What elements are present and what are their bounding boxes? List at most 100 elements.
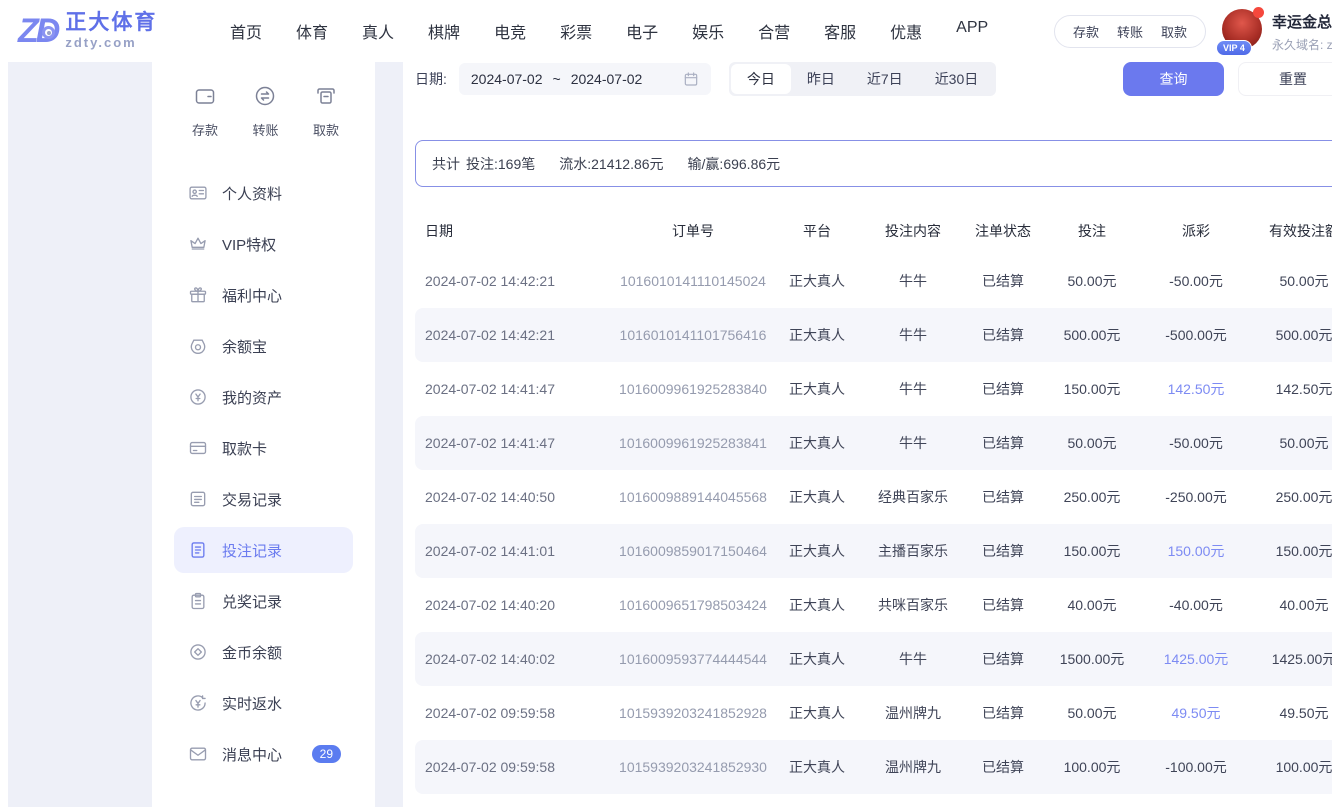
cell-bet-amount: 40.00元 (1038, 595, 1146, 615)
sidebar-item-transactions[interactable]: 交易记录 (174, 476, 353, 522)
crown-icon (188, 234, 208, 254)
sidebar-item-welfare[interactable]: 福利中心 (174, 272, 353, 318)
sidebar-item-yuebao[interactable]: 余额宝 (174, 323, 353, 369)
quick-action-withdraw[interactable]: 取款 (313, 84, 339, 139)
nav-item[interactable]: 娱乐 (692, 19, 724, 43)
nav-item[interactable]: 真人 (362, 19, 394, 43)
cell-payout: 150.00元 (1146, 541, 1246, 561)
cell-order-number: 1016010141101756416 (610, 327, 776, 343)
gift-icon (188, 285, 208, 305)
top-header: ZD 正大体育 zdty.com 首页 体育 真人 棋牌 电竞 彩票 电子 娱乐… (0, 0, 1332, 62)
sidebar-item-vip[interactable]: VIP特权 (174, 221, 353, 267)
sidebar-item-coin-balance[interactable]: 金币余额 (174, 629, 353, 675)
nav-item[interactable]: 优惠 (890, 19, 922, 43)
table-row[interactable]: 2024-07-02 09:59:58 1015939203241852930 … (415, 740, 1332, 794)
nav-item[interactable]: 棋牌 (428, 19, 460, 43)
cell-bet-amount: 500.00元 (1038, 325, 1146, 345)
summary-bets: 投注:169笔 (466, 154, 535, 174)
sidebar-item-rebate[interactable]: 实时返水 (174, 680, 353, 726)
table-row[interactable]: 2024-07-02 14:41:01 1016009859017150464 … (415, 524, 1332, 578)
cell-valid-bet: 150.00元 (1246, 541, 1332, 561)
table-row[interactable]: 2024-07-02 09:59:58 1015939203241852928 … (415, 686, 1332, 740)
table-row[interactable]: 2024-07-02 14:40:02 1016009593774444544 … (415, 632, 1332, 686)
col-bet: 投注 (1038, 221, 1146, 241)
table-row[interactable]: 2024-07-02 14:41:47 1016009961925283840 … (415, 362, 1332, 416)
table-body: 2024-07-02 14:42:21 1016010141110145024 … (415, 254, 1332, 794)
cell-payout: 142.50元 (1146, 379, 1246, 399)
cell-date: 2024-07-02 14:41:47 (415, 435, 610, 451)
sidebar-quick-actions: 存款 转账 取款 (152, 84, 375, 145)
nav-item[interactable]: 客服 (824, 19, 856, 43)
cell-date: 2024-07-02 14:42:21 (415, 327, 610, 343)
cell-bet-amount: 50.00元 (1038, 703, 1146, 723)
date-range-input[interactable]: 2024-07-02 ~ 2024-07-02 (459, 63, 711, 95)
col-status: 注单状态 (968, 221, 1038, 241)
cell-status: 已结算 (968, 703, 1038, 723)
withdraw-link[interactable]: 取款 (1161, 22, 1187, 41)
sidebar-item-assets[interactable]: 我的资产 (174, 374, 353, 420)
calendar-icon[interactable] (683, 71, 699, 87)
sidebar-item-redeem-records[interactable]: 兑奖记录 (174, 578, 353, 624)
permanent-domain-note: 永久域名: z (1272, 36, 1332, 53)
cell-order-number: 1016009889144045568 (610, 489, 776, 505)
cell-bet-amount: 150.00元 (1038, 541, 1146, 561)
cell-order-number: 1015939203241852928 (610, 705, 776, 721)
bet-records-table: 日期 订单号 平台 投注内容 注单状态 投注 派彩 有效投注额 2024-07-… (415, 208, 1332, 794)
deposit-link[interactable]: 存款 (1073, 22, 1099, 41)
cell-bet-amount: 50.00元 (1038, 433, 1146, 453)
quick-range-tab[interactable]: 今日 (731, 64, 791, 94)
main-content: 日期: 2024-07-02 ~ 2024-07-02 今日 昨日 近7日 近3… (403, 62, 1332, 807)
sidebar-item-label: 金币余额 (222, 642, 282, 663)
nav-item[interactable]: 彩票 (560, 19, 592, 43)
quick-range-tab[interactable]: 昨日 (791, 64, 851, 94)
nav-item[interactable]: 体育 (296, 19, 328, 43)
col-platform: 平台 (776, 221, 858, 241)
cell-status: 已结算 (968, 541, 1038, 561)
table-row[interactable]: 2024-07-02 14:42:21 1016010141110145024 … (415, 254, 1332, 308)
user-name: 幸运金总 (1272, 11, 1332, 32)
quick-range-tab[interactable]: 近30日 (919, 64, 995, 94)
cell-order-number: 1015939203241852930 (610, 759, 776, 775)
sidebar-item-messages[interactable]: 消息中心 29 (174, 731, 353, 777)
nav-item[interactable]: APP (956, 19, 988, 43)
cell-valid-bet: 50.00元 (1246, 433, 1332, 453)
brand-logo[interactable]: ZD 正大体育 zdty.com (18, 11, 188, 50)
reset-button[interactable]: 重置 (1238, 62, 1332, 96)
nav-item[interactable]: 电子 (626, 19, 658, 43)
cell-bet-content: 牛牛 (858, 433, 968, 453)
quick-action-deposit[interactable]: 存款 (192, 84, 218, 139)
sidebar-item-withdraw-card[interactable]: 取款卡 (174, 425, 353, 471)
cell-platform: 正大真人 (776, 487, 858, 507)
table-row[interactable]: 2024-07-02 14:40:20 1016009651798503424 … (415, 578, 1332, 632)
sidebar-item-profile[interactable]: 个人资料 (174, 170, 353, 216)
query-button[interactable]: 查询 (1123, 62, 1224, 96)
cell-platform: 正大真人 (776, 541, 858, 561)
logo-mark-icon: ZD (18, 14, 57, 48)
withdraw-icon (314, 84, 338, 113)
cell-bet-content: 牛牛 (858, 271, 968, 291)
table-row[interactable]: 2024-07-02 14:40:50 1016009889144045568 … (415, 470, 1332, 524)
table-row[interactable]: 2024-07-02 14:42:21 1016010141101756416 … (415, 308, 1332, 362)
clipboard-icon (188, 591, 208, 611)
nav-item[interactable]: 合营 (758, 19, 790, 43)
col-date: 日期 (415, 221, 610, 241)
date-separator: ~ (553, 71, 561, 87)
quick-action-transfer[interactable]: 转账 (252, 84, 278, 139)
nav-item[interactable]: 电竞 (494, 19, 526, 43)
cell-order-number: 1016010141110145024 (610, 273, 776, 289)
sidebar-item-bet-records[interactable]: 投注记录 (174, 527, 353, 573)
quick-range-tab[interactable]: 近7日 (851, 64, 919, 94)
sidebar-item-label: 福利中心 (222, 285, 282, 306)
sidebar-item-label: 我的资产 (222, 387, 282, 408)
cell-payout: 1425.00元 (1146, 649, 1246, 669)
transfer-link[interactable]: 转账 (1117, 22, 1143, 41)
page-body: 存款 转账 取款 个人资料 (0, 62, 1332, 807)
table-row[interactable]: 2024-07-02 14:41:47 1016009961925283841 … (415, 416, 1332, 470)
cell-platform: 正大真人 (776, 703, 858, 723)
cell-status: 已结算 (968, 271, 1038, 291)
nav-item[interactable]: 首页 (230, 19, 262, 43)
user-profile[interactable]: VIP 4 幸运金总 永久域名: z (1222, 9, 1332, 53)
cell-bet-amount: 100.00元 (1038, 757, 1146, 777)
brand-name: 正大体育 (65, 11, 157, 35)
cell-valid-bet: 1425.00元 (1246, 649, 1332, 669)
